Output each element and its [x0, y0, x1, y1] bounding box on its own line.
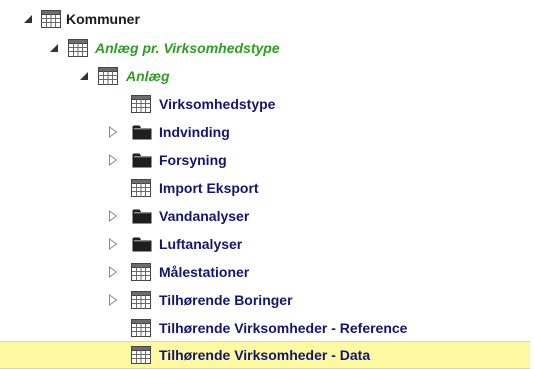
tree-node-label: Forsyning — [159, 152, 227, 168]
expanded-arrow-icon[interactable] — [48, 42, 60, 54]
expanded-arrow-icon[interactable] — [22, 13, 34, 25]
tree-node-anlaeg-pr-virksomhedstype[interactable]: Anlæg pr. Virksomhedstype — [0, 34, 530, 62]
tree-node-anlaeg[interactable]: Anlæg — [0, 62, 530, 90]
tree-node-tilhoerende-virksomheder-data[interactable]: Tilhørende Virksomheder - Data — [0, 341, 530, 369]
tree-node-import-eksport[interactable]: Import Eksport — [0, 174, 530, 202]
tree-node-tilhoerende-boringer[interactable]: Tilhørende Boringer — [0, 286, 530, 314]
folder-icon — [131, 233, 153, 255]
tree-node-maalestationer[interactable]: Målestationer — [0, 258, 530, 286]
tree-node-label: Tilhørende Boringer — [159, 292, 293, 308]
collapsed-arrow-icon[interactable] — [107, 154, 119, 166]
tree-node-indvinding[interactable]: Indvinding — [0, 118, 530, 146]
tree-node-label: Anlæg — [126, 68, 170, 84]
folder-icon — [131, 121, 153, 143]
tree-node-label: Tilhørende Virksomheder - Reference — [159, 320, 408, 336]
table-icon — [40, 8, 62, 30]
table-icon — [130, 289, 152, 311]
collapsed-arrow-icon[interactable] — [107, 294, 119, 306]
tree-node-kommuner[interactable]: Kommuner — [0, 5, 530, 33]
tree-node-label: Tilhørende Virksomheder - Data — [159, 347, 371, 363]
tree-node-label: Kommuner — [66, 11, 140, 27]
tree-view[interactable]: Kommuner Anlæg pr. Virksomhedstype Anlæg… — [0, 0, 534, 369]
expanded-arrow-icon[interactable] — [78, 70, 90, 82]
folder-icon — [131, 149, 153, 171]
folder-icon — [131, 205, 153, 227]
table-icon — [130, 317, 152, 339]
tree-node-tilhoerende-virksomheder-reference[interactable]: Tilhørende Virksomheder - Reference — [0, 314, 530, 342]
collapsed-arrow-icon[interactable] — [107, 210, 119, 222]
table-icon — [130, 344, 152, 366]
tree-node-label: Indvinding — [159, 124, 230, 140]
tree-node-label: Import Eksport — [159, 180, 259, 196]
table-icon — [130, 93, 152, 115]
collapsed-arrow-icon[interactable] — [107, 238, 119, 250]
tree-node-label: Anlæg pr. Virksomhedstype — [95, 40, 280, 56]
table-icon — [130, 261, 152, 283]
collapsed-arrow-icon[interactable] — [107, 126, 119, 138]
tree-node-forsyning[interactable]: Forsyning — [0, 146, 530, 174]
tree-node-label: Målestationer — [159, 264, 250, 280]
collapsed-arrow-icon[interactable] — [107, 266, 119, 278]
table-icon — [130, 177, 152, 199]
tree-node-vandanalyser[interactable]: Vandanalyser — [0, 202, 530, 230]
tree-node-label: Virksomhedstype — [159, 96, 276, 112]
tree-node-virksomhedstype[interactable]: Virksomhedstype — [0, 90, 530, 118]
tree-node-luftanalyser[interactable]: Luftanalyser — [0, 230, 530, 258]
table-icon — [67, 37, 89, 59]
table-icon — [97, 65, 119, 87]
tree-node-label: Luftanalyser — [159, 236, 243, 252]
tree-node-label: Vandanalyser — [159, 208, 250, 224]
